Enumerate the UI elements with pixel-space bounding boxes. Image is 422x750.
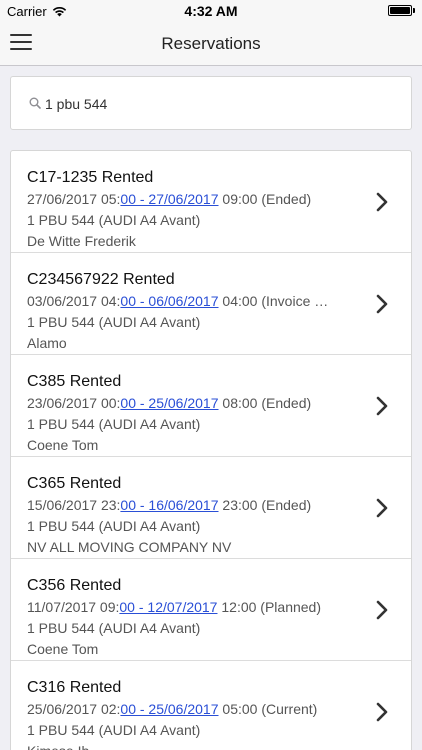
reservation-dates: 27/06/2017 05:00 - 27/06/2017 09:00 (End… <box>27 189 357 210</box>
reservation-customer: Kimese Ib <box>27 741 357 750</box>
date-start: 11/07/2017 09: <box>27 599 120 615</box>
reservation-title: C356 Rented <box>27 577 122 594</box>
reservation-vehicle: 1 PBU 544 (AUDI A4 Avant) <box>27 620 201 636</box>
reservation-title: C385 Rented <box>27 373 122 390</box>
reservation-title: C17-1235 Rented <box>27 169 154 186</box>
date-end: 09:00 (Ended) <box>218 191 312 207</box>
date-link[interactable]: 00 - 27/06/2017 <box>120 191 218 207</box>
reservation-dates: 15/06/2017 23:00 - 16/06/2017 23:00 (End… <box>27 495 357 516</box>
page-title: Reservations <box>161 34 261 53</box>
date-link[interactable]: 00 - 25/06/2017 <box>120 395 218 411</box>
date-start: 25/06/2017 02: <box>27 701 121 717</box>
chevron-right-icon[interactable] <box>375 701 389 723</box>
reservation-vehicle: 1 PBU 544 (AUDI A4 Avant) <box>27 314 201 330</box>
reservation-vehicle: 1 PBU 544 (AUDI A4 Avant) <box>27 518 201 534</box>
date-end: 08:00 (Ended) <box>218 395 312 411</box>
reservation-row[interactable]: C356 Rented 11/07/2017 09:00 - 12/07/201… <box>11 559 411 661</box>
reservation-row[interactable]: C365 Rented 15/06/2017 23:00 - 16/06/201… <box>11 457 411 559</box>
date-end: 04:00 (Invoice … <box>218 293 329 309</box>
date-end: 12:00 (Planned) <box>217 599 322 615</box>
reservation-customer: Alamo <box>27 335 67 351</box>
reservation-customer: Coene Tom <box>27 641 99 657</box>
chevron-right-icon[interactable] <box>375 497 389 519</box>
navigation-bar: Reservations <box>0 22 422 66</box>
reservation-title: C316 Rented <box>27 679 122 696</box>
status-bar: Carrier 4:32 AM <box>0 0 422 22</box>
reservation-dates: 03/06/2017 04:00 - 06/06/2017 04:00 (Inv… <box>27 291 357 312</box>
reservation-dates: 11/07/2017 09:00 - 12/07/2017 12:00 (Pla… <box>27 597 357 618</box>
status-time: 4:32 AM <box>184 3 238 19</box>
date-end: 23:00 (Ended) <box>218 497 312 513</box>
search-input[interactable] <box>45 91 395 117</box>
reservation-row[interactable]: C17-1235 Rented 27/06/2017 05:00 - 27/06… <box>11 151 411 253</box>
search-box[interactable] <box>10 76 412 130</box>
date-start: 03/06/2017 04: <box>27 293 121 309</box>
chevron-right-icon[interactable] <box>375 293 389 315</box>
reservations-list: C17-1235 Rented 27/06/2017 05:00 - 27/06… <box>10 150 412 750</box>
reservation-customer: Coene Tom <box>27 437 99 453</box>
reservation-title: C234567922 Rented <box>27 271 175 288</box>
chevron-right-icon[interactable] <box>375 191 389 213</box>
date-end: 05:00 (Current) <box>218 701 318 717</box>
date-start: 15/06/2017 23: <box>27 497 121 513</box>
date-link[interactable]: 00 - 16/06/2017 <box>120 497 218 513</box>
reservation-vehicle: 1 PBU 544 (AUDI A4 Avant) <box>27 416 201 432</box>
battery-icon <box>388 5 415 16</box>
date-link[interactable]: 00 - 25/06/2017 <box>120 701 218 717</box>
reservation-vehicle: 1 PBU 544 (AUDI A4 Avant) <box>27 722 201 738</box>
date-link[interactable]: 00 - 06/06/2017 <box>120 293 218 309</box>
reservation-row[interactable]: C234567922 Rented 03/06/2017 04:00 - 06/… <box>11 253 411 355</box>
reservation-dates: 23/06/2017 00:00 - 25/06/2017 08:00 (End… <box>27 393 357 414</box>
reservation-dates: 25/06/2017 02:00 - 25/06/2017 05:00 (Cur… <box>27 699 357 720</box>
reservation-row[interactable]: C316 Rented 25/06/2017 02:00 - 25/06/201… <box>11 661 411 750</box>
date-link[interactable]: 00 - 12/07/2017 <box>119 599 217 615</box>
chevron-right-icon[interactable] <box>375 599 389 621</box>
reservation-customer: De Witte Frederik <box>27 233 136 249</box>
reservation-vehicle: 1 PBU 544 (AUDI A4 Avant) <box>27 212 201 228</box>
reservation-customer: NV ALL MOVING COMPANY NV <box>27 539 232 555</box>
search-icon <box>29 97 41 109</box>
reservation-row[interactable]: C385 Rented 23/06/2017 00:00 - 25/06/201… <box>11 355 411 457</box>
reservation-title: C365 Rented <box>27 475 122 492</box>
date-start: 27/06/2017 05: <box>27 191 121 207</box>
chevron-right-icon[interactable] <box>375 395 389 417</box>
date-start: 23/06/2017 00: <box>27 395 121 411</box>
